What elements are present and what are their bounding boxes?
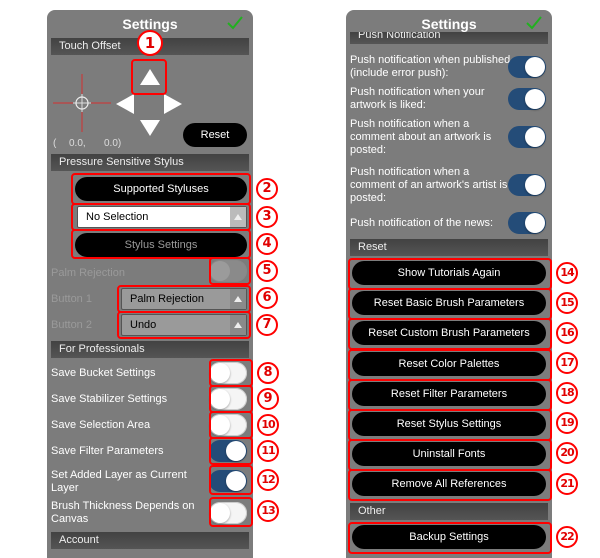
push-comment-artist-toggle[interactable] <box>508 174 546 196</box>
palm-rejection-toggle[interactable] <box>209 260 247 282</box>
callout-number: 14 <box>556 262 578 284</box>
button1-select[interactable]: Palm Rejection <box>121 288 247 310</box>
callout-number: 1 <box>137 30 163 56</box>
reset-basic-brush-button[interactable]: Reset Basic Brush Parameters <box>352 291 546 315</box>
section-header-other: Other <box>350 503 548 520</box>
push-item-label: Push notification when a comment about a… <box>350 118 492 156</box>
checkmark-icon[interactable] <box>225 13 245 33</box>
offset-x-value: 0.0, <box>69 138 86 149</box>
section-header-stylus: Pressure Sensitive Stylus <box>51 154 249 171</box>
panel-title: Settings <box>421 16 477 32</box>
save-selection-area-toggle[interactable] <box>209 414 247 436</box>
settings-panel-left: Settings Touch Offset ( 0.0, 0.0) Reset … <box>47 10 253 558</box>
button1-select-value: Palm Rejection <box>130 293 204 305</box>
backup-settings-button[interactable]: Backup Settings <box>352 525 546 549</box>
settings-panel-right: Settings Push Notification Push notifica… <box>346 10 552 558</box>
callout-number: 18 <box>556 382 578 404</box>
checkmark-icon[interactable] <box>524 13 544 33</box>
callout-number: 5 <box>256 260 278 282</box>
button2-select[interactable]: Undo <box>121 314 247 336</box>
button2-label: Button 2 <box>51 319 92 331</box>
uninstall-fonts-button[interactable]: Uninstall Fonts <box>352 442 546 466</box>
section-header-push: Push Notification <box>350 32 548 44</box>
push-comment-artwork-toggle[interactable] <box>508 126 546 148</box>
callout-number: 13 <box>257 500 279 522</box>
palm-rejection-label: Palm Rejection <box>51 267 125 279</box>
offset-y-value: 0.0) <box>104 138 122 149</box>
push-item-label: Push notification when a comment of an a… <box>350 166 508 204</box>
callout-number: 3 <box>256 206 278 228</box>
callout-number: 21 <box>556 473 578 495</box>
pro-item-label: Save Bucket Settings <box>51 367 156 379</box>
dropdown-arrow-icon <box>230 207 246 227</box>
button2-select-value: Undo <box>130 319 157 331</box>
show-tutorials-button[interactable]: Show Tutorials Again <box>352 261 546 285</box>
callout-number: 8 <box>257 362 279 384</box>
push-item-label: Push notification when your artwork is l… <box>350 86 485 111</box>
stylus-settings-button[interactable]: Stylus Settings <box>75 233 247 257</box>
arrow-left-button[interactable] <box>116 94 134 114</box>
reset-color-palettes-button[interactable]: Reset Color Palettes <box>352 352 546 376</box>
coord-open: ( <box>53 138 57 149</box>
set-added-layer-current-toggle[interactable] <box>209 470 247 492</box>
section-header-professionals: For Professionals <box>51 341 249 358</box>
callout-number: 20 <box>556 442 578 464</box>
dropdown-arrow-icon <box>230 289 246 309</box>
pro-item-label: Brush Thickness Depends on Canvas <box>51 500 195 525</box>
push-published-toggle[interactable] <box>508 56 546 78</box>
stylus-select[interactable]: No Selection <box>77 206 247 228</box>
push-liked-toggle[interactable] <box>508 88 546 110</box>
save-stabilizer-settings-toggle[interactable] <box>209 388 247 410</box>
callout-number: 17 <box>556 352 578 374</box>
dropdown-arrow-icon <box>230 315 246 335</box>
callout-number: 15 <box>556 292 578 314</box>
touch-offset-reset-button[interactable]: Reset <box>183 123 247 147</box>
callout-number: 22 <box>556 526 578 548</box>
callout-number: 6 <box>256 287 278 309</box>
pro-item-label: Set Added Layer as Current Layer <box>51 469 187 494</box>
callout-number: 9 <box>257 388 279 410</box>
remove-all-references-button[interactable]: Remove All References <box>352 472 546 496</box>
reset-filter-parameters-button[interactable]: Reset Filter Parameters <box>352 382 546 406</box>
section-header-reset: Reset <box>350 239 548 256</box>
supported-styluses-button[interactable]: Supported Styluses <box>75 177 247 201</box>
callout-number: 12 <box>257 469 279 491</box>
callout-number: 16 <box>556 322 578 344</box>
stylus-select-value: No Selection <box>86 211 149 223</box>
section-header-account: Account <box>51 532 249 549</box>
pro-item-label: Save Stabilizer Settings <box>51 393 168 405</box>
save-filter-parameters-toggle[interactable] <box>209 440 247 462</box>
arrow-up-button[interactable] <box>140 69 160 85</box>
callout-number: 2 <box>256 178 278 200</box>
save-bucket-settings-toggle[interactable] <box>209 362 247 384</box>
pro-item-label: Save Filter Parameters <box>51 445 164 457</box>
push-item-label: Push notification when published (includ… <box>350 54 511 79</box>
callout-number: 7 <box>256 314 278 336</box>
push-item-label: Push notification of the news: <box>350 217 494 229</box>
brush-thickness-canvas-toggle[interactable] <box>209 502 247 524</box>
push-news-toggle[interactable] <box>508 212 546 234</box>
callout-number: 4 <box>256 233 278 255</box>
reset-custom-brush-button[interactable]: Reset Custom Brush Parameters <box>352 321 546 345</box>
pro-item-label: Save Selection Area <box>51 419 151 431</box>
button1-label: Button 1 <box>51 293 92 305</box>
reset-stylus-settings-button[interactable]: Reset Stylus Settings <box>352 412 546 436</box>
arrow-right-button[interactable] <box>164 94 182 114</box>
callout-number: 10 <box>257 414 279 436</box>
callout-number: 11 <box>257 440 279 462</box>
arrow-down-button[interactable] <box>140 120 160 136</box>
crosshair-icon <box>53 74 111 132</box>
callout-number: 19 <box>556 412 578 434</box>
